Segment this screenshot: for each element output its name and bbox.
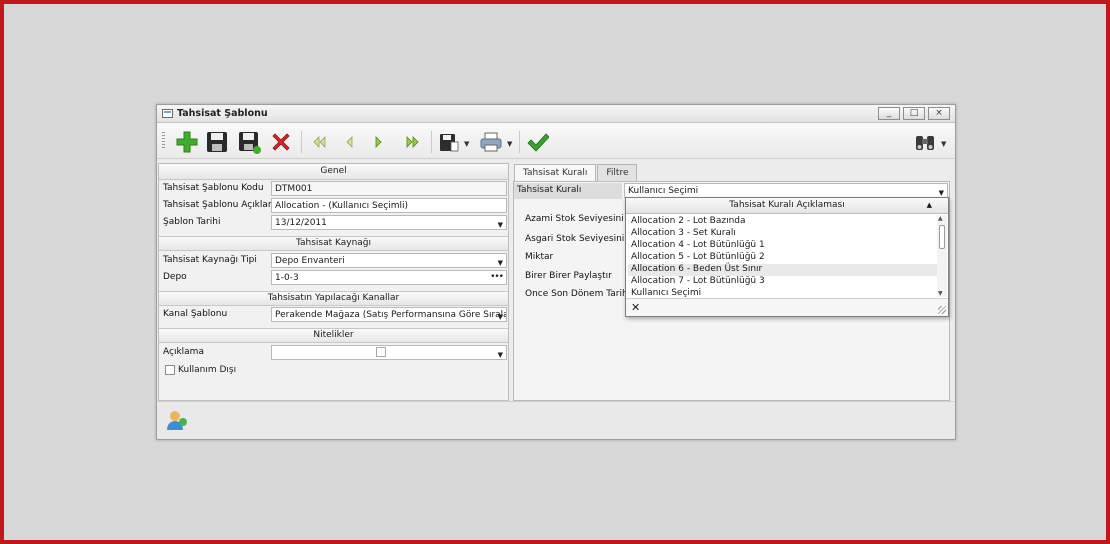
toolbar: ▼ ▼ ▼: [157, 123, 955, 159]
minimize-button[interactable]: _: [878, 107, 900, 120]
kodu-row: Tahsisat Şablonu Kodu DTM001: [159, 181, 507, 197]
list-item[interactable]: Allocation 2 - Lot Bazında: [628, 216, 937, 228]
kullanim-disi-checkbox[interactable]: [165, 365, 175, 375]
scrollbar-thumb[interactable]: [939, 225, 945, 249]
tarih-label: Şablon Tarihi: [163, 217, 221, 227]
section-nitelikler: Nitelikler: [159, 328, 508, 343]
print-dropdown-arrow[interactable]: ▼: [507, 140, 512, 148]
popup-scrollbar[interactable]: ▲ ▼: [937, 215, 947, 297]
left-panel: Genel Tahsisat Şablonu Kodu DTM001 Tahsi…: [158, 163, 509, 401]
memo-icon[interactable]: [376, 347, 386, 357]
toolbar-separator: [301, 131, 302, 153]
export-dropdown-arrow[interactable]: ▼: [464, 140, 469, 148]
depo-field[interactable]: 1-0-3 •••: [271, 270, 507, 285]
tarih-row: Şablon Tarihi 13/12/2011 ▼: [159, 215, 507, 231]
kanal-label: Kanal Şablonu: [163, 309, 228, 319]
chevron-down-icon[interactable]: ▼: [498, 257, 503, 267]
toolbar-separator: [431, 131, 432, 153]
kaynak-tipi-label: Tahsisat Kaynağı Tipi: [163, 255, 257, 265]
once-son-label: Önce Son Dönem Tarihçesi: [525, 289, 625, 299]
list-item[interactable]: Allocation 5 - Lot Bütünlüğü 2: [628, 252, 937, 264]
miktar-label: Miktar: [525, 252, 554, 262]
kural-field[interactable]: Kullanıcı Seçimi ▼: [624, 183, 948, 198]
azami-label: Azami Stok Seviyesini Dikkate Al: [525, 214, 625, 224]
list-item[interactable]: Allocation 3 - Set Kuralı: [628, 228, 937, 240]
kaynak-tipi-row: Tahsisat Kaynağı Tipi Depo Envanteri ▼: [159, 253, 507, 269]
window-icon: [162, 109, 173, 118]
birer-label: Birer Birer Paylaştır: [525, 271, 612, 281]
kaynak-tipi-field[interactable]: Depo Envanteri ▼: [271, 253, 507, 268]
window-title: Tahsisat Şablonu: [177, 108, 268, 119]
chevron-down-icon[interactable]: ▼: [498, 349, 503, 359]
depo-row: Depo 1-0-3 •••: [159, 270, 507, 286]
kanal-field[interactable]: Perakende Mağaza (Satış Performansına Gö…: [271, 307, 507, 322]
tarih-field[interactable]: 13/12/2011 ▼: [271, 215, 507, 230]
save-icon[interactable]: [205, 130, 229, 154]
list-item[interactable]: Allocation 7 - Lot Bütünlüğü 3: [628, 276, 937, 288]
list-item[interactable]: Allocation 4 - Lot Bütünlüğü 1: [628, 240, 937, 252]
maximize-button[interactable]: □: [903, 107, 925, 120]
prev-icon[interactable]: [337, 130, 361, 154]
section-genel: Genel: [159, 164, 508, 180]
first-icon[interactable]: [307, 130, 331, 154]
popup-list: Allocation 2 - Lot Bazında Allocation 3 …: [628, 216, 937, 300]
confirm-icon[interactable]: [525, 130, 550, 154]
delete-icon[interactable]: [269, 130, 293, 154]
print-icon[interactable]: [479, 130, 503, 154]
next-icon[interactable]: [367, 130, 391, 154]
depo-label: Depo: [163, 272, 187, 282]
toolbar-separator: [519, 131, 520, 153]
kodu-field[interactable]: DTM001: [271, 181, 507, 196]
popup-footer: ✕: [626, 298, 948, 316]
last-icon[interactable]: [401, 130, 425, 154]
title-bar[interactable]: Tahsisat Şablonu _ □ ×: [157, 105, 955, 123]
aciklama-field[interactable]: Allocation - (Kullanıcı Seçimli): [271, 198, 507, 213]
kullanim-disi-label: Kullanım Dışı: [178, 365, 237, 375]
search-dropdown-arrow[interactable]: ▼: [941, 140, 946, 148]
nitelik-aciklama-label: Açıklama: [163, 347, 204, 357]
popup-column-header[interactable]: Tahsisat Kuralı Açıklaması ▲: [626, 198, 948, 214]
resize-grip-icon[interactable]: [938, 306, 946, 314]
scroll-up-icon[interactable]: ▲: [938, 215, 943, 222]
tab-strip: Tahsisat Kuralı Filtre: [514, 164, 638, 182]
kodu-label: Tahsisat Şablonu Kodu: [163, 183, 264, 193]
kural-dropdown-popup: Tahsisat Kuralı Açıklaması ▲ Allocation …: [625, 197, 949, 317]
tab-filtre[interactable]: Filtre: [597, 164, 638, 181]
aciklama-row: Tahsisat Şablonu Açıklaması Allocation -…: [159, 198, 507, 214]
add-icon[interactable]: [175, 130, 199, 154]
scroll-down-icon[interactable]: ▼: [938, 290, 943, 297]
kanal-row: Kanal Şablonu Perakende Mağaza (Satış Pe…: [159, 307, 507, 323]
asgari-label: Asgari Stok Seviyesini Dikkate Al: [525, 234, 625, 244]
section-kanallar: Tahsisatın Yapılacağı Kanallar: [159, 291, 508, 306]
toolbar-grip[interactable]: [162, 132, 165, 150]
section-kaynak: Tahsisat Kaynağı: [159, 236, 508, 251]
chevron-down-icon[interactable]: ▼: [498, 311, 503, 321]
chevron-down-icon[interactable]: ▼: [498, 219, 503, 229]
clear-icon[interactable]: ✕: [631, 301, 640, 314]
nitelik-aciklama-field[interactable]: ▼: [271, 345, 507, 360]
save-as-icon[interactable]: [237, 130, 261, 154]
list-item-highlighted[interactable]: Allocation 6 - Beden Üst Sınır: [628, 264, 937, 276]
kural-label: Tahsisat Kuralı: [514, 183, 622, 199]
ellipsis-icon[interactable]: •••: [490, 271, 504, 283]
tab-tahsisat-kurali[interactable]: Tahsisat Kuralı: [514, 164, 597, 182]
close-button[interactable]: ×: [928, 107, 950, 120]
status-bar: [157, 401, 955, 439]
sort-up-icon[interactable]: ▲: [927, 198, 932, 213]
user-icon[interactable]: [165, 408, 189, 432]
nitelik-aciklama-row: Açıklama ▼: [159, 345, 507, 361]
binoculars-icon[interactable]: [913, 130, 937, 154]
export-icon[interactable]: [437, 130, 461, 154]
